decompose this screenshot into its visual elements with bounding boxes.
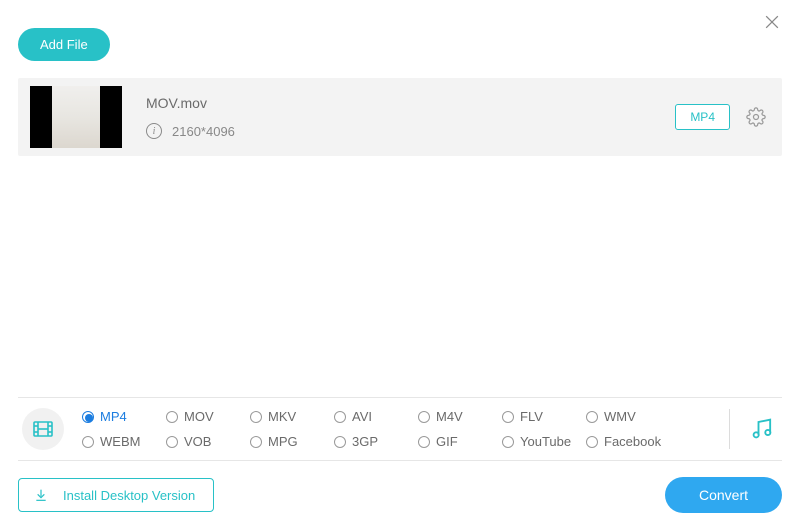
format-option-youtube[interactable]: YouTube (502, 434, 586, 449)
radio-icon (502, 436, 514, 448)
format-label: MPG (268, 434, 298, 449)
audio-mode-icon[interactable] (748, 415, 776, 443)
add-file-button[interactable]: Add File (18, 28, 110, 61)
radio-icon (82, 411, 94, 423)
radio-icon (502, 411, 514, 423)
file-thumbnail (30, 86, 122, 148)
format-label: Facebook (604, 434, 661, 449)
format-option-facebook[interactable]: Facebook (586, 434, 670, 449)
format-option-mkv[interactable]: MKV (250, 409, 334, 424)
gear-icon[interactable] (746, 107, 766, 127)
radio-icon (418, 411, 430, 423)
format-option-mpg[interactable]: MPG (250, 434, 334, 449)
radio-icon (334, 436, 346, 448)
download-icon (33, 487, 49, 503)
convert-button[interactable]: Convert (665, 477, 782, 513)
format-label: M4V (436, 409, 463, 424)
file-item: MOV.mov i 2160*4096 MP4 (18, 78, 782, 156)
radio-icon (334, 411, 346, 423)
format-label: WEBM (100, 434, 140, 449)
file-meta: MOV.mov i 2160*4096 (146, 95, 675, 139)
radio-icon (250, 436, 262, 448)
format-label: AVI (352, 409, 372, 424)
close-icon[interactable] (762, 12, 782, 32)
format-label: 3GP (352, 434, 378, 449)
format-option-gif[interactable]: GIF (418, 434, 502, 449)
format-label: GIF (436, 434, 458, 449)
format-option-m4v[interactable]: M4V (418, 409, 502, 424)
format-label: VOB (184, 434, 211, 449)
radio-icon (586, 411, 598, 423)
format-option-3gp[interactable]: 3GP (334, 434, 418, 449)
radio-icon (418, 436, 430, 448)
format-option-flv[interactable]: FLV (502, 409, 586, 424)
format-option-avi[interactable]: AVI (334, 409, 418, 424)
format-option-webm[interactable]: WEBM (82, 434, 166, 449)
install-desktop-label: Install Desktop Version (63, 488, 195, 503)
format-option-mov[interactable]: MOV (166, 409, 250, 424)
radio-icon (166, 436, 178, 448)
format-label: MP4 (100, 409, 127, 424)
format-option-vob[interactable]: VOB (166, 434, 250, 449)
radio-icon (166, 411, 178, 423)
radio-icon (82, 436, 94, 448)
radio-icon (250, 411, 262, 423)
format-label: WMV (604, 409, 636, 424)
file-resolution: 2160*4096 (172, 124, 235, 139)
format-label: FLV (520, 409, 543, 424)
format-option-wmv[interactable]: WMV (586, 409, 670, 424)
panel-divider (729, 409, 730, 449)
format-label: MKV (268, 409, 296, 424)
file-name: MOV.mov (146, 95, 675, 111)
video-mode-icon[interactable] (22, 408, 64, 450)
bottom-bar: Install Desktop Version Convert (18, 477, 782, 513)
radio-icon (586, 436, 598, 448)
output-format-badge[interactable]: MP4 (675, 104, 730, 130)
info-icon[interactable]: i (146, 123, 162, 139)
format-label: YouTube (520, 434, 571, 449)
format-panel: MP4 MOV MKV AVI M4V FLV WMV WEBM VOB MPG 3GP GIF You… (18, 397, 782, 461)
file-list: MOV.mov i 2160*4096 MP4 (18, 78, 782, 156)
install-desktop-button[interactable]: Install Desktop Version (18, 478, 214, 512)
format-option-mp4[interactable]: MP4 (82, 409, 166, 424)
format-label: MOV (184, 409, 214, 424)
format-grid: MP4 MOV MKV AVI M4V FLV WMV WEBM VOB MPG 3GP GIF You… (82, 409, 711, 449)
